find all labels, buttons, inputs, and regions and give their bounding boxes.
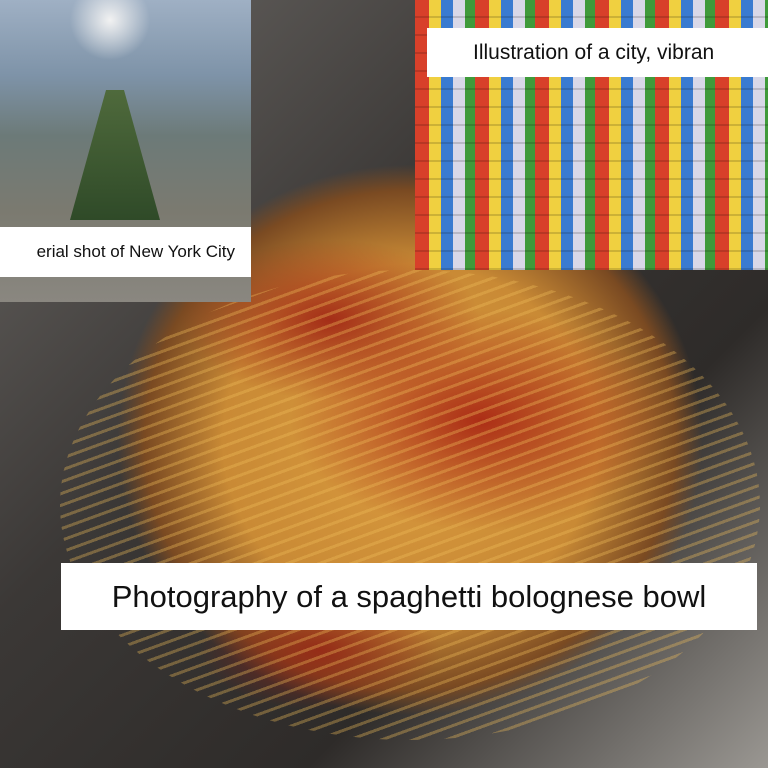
city-illustration-caption: Illustration of a city, vibran [427,28,768,77]
spaghetti-caption: Photography of a spaghetti bolognese bow… [61,563,757,630]
spaghetti-noodles [60,270,760,740]
nyc-caption: erial shot of New York City [0,227,251,277]
central-park [70,90,160,220]
